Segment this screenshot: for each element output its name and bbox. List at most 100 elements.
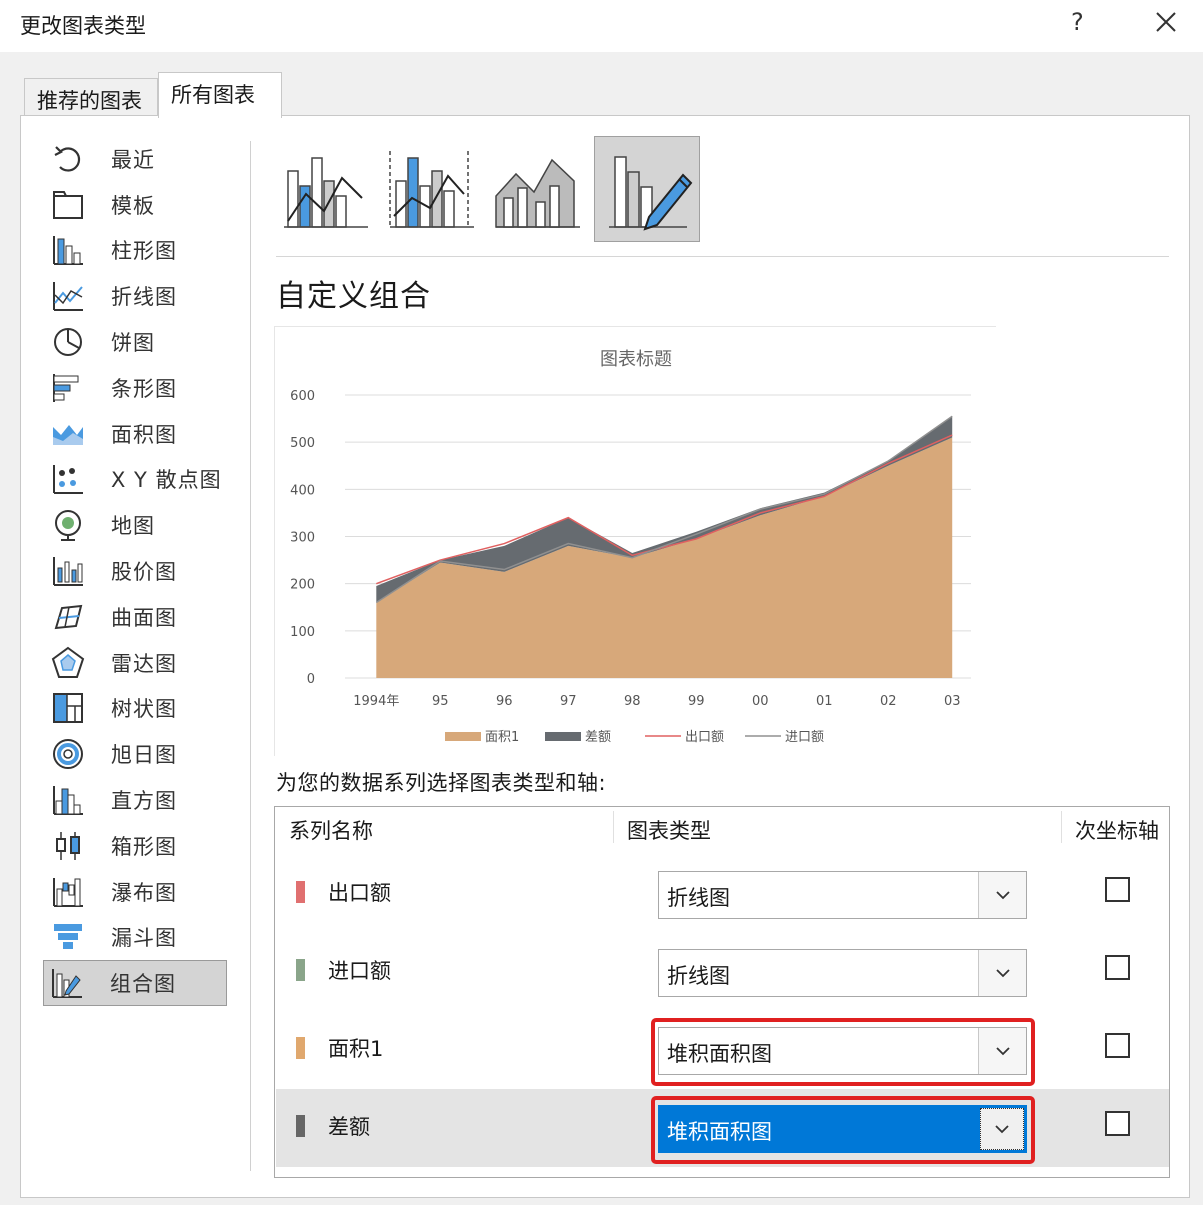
nav-item-waterfall-chart[interactable]: 瀑布图 [45, 869, 235, 915]
stock-chart-icon [51, 554, 85, 588]
nav-item-scatter-chart[interactable]: X Y 散点图 [45, 457, 235, 503]
y-tick-label: 500 [290, 436, 315, 451]
nav-item-sunburst-chart[interactable]: 旭日图 [45, 731, 235, 777]
pie-chart-icon [51, 325, 85, 359]
nav-item-label: 漏斗图 [111, 926, 177, 951]
nav-item-column-chart[interactable]: 柱形图 [45, 228, 235, 274]
x-tick-label: 03 [944, 694, 961, 709]
waterfall-chart-icon [51, 875, 85, 909]
subtype-column-line-secondary[interactable] [382, 136, 488, 242]
chart-type-value: 折线图 [667, 964, 730, 988]
surface-chart-icon [51, 600, 85, 634]
series-name: 面积1 [328, 1037, 384, 1061]
nav-item-combo-chart[interactable]: 组合图 [43, 960, 227, 1007]
column-chart-icon [51, 233, 85, 267]
secondary-axis-checkbox[interactable] [1105, 1111, 1130, 1136]
series-row[interactable]: 差额 堆积面积图 [276, 1089, 1169, 1167]
header-chart-type: 图表类型 [627, 819, 711, 843]
help-button[interactable]: ? [1071, 8, 1084, 36]
tab-label: 推荐的图表 [37, 89, 142, 113]
nav-item-bar-chart[interactable]: 条形图 [45, 365, 235, 411]
x-tick-label: 98 [624, 694, 641, 709]
subtype-stacked-area-column[interactable] [488, 136, 594, 242]
secondary-axis-checkbox[interactable] [1105, 877, 1130, 902]
nav-item-label: 最近 [111, 147, 155, 172]
highlight-box [651, 1096, 1035, 1164]
grid-header: 系列名称 图表类型 次坐标轴 [275, 807, 1169, 849]
nav-item-stock-chart[interactable]: 股价图 [45, 548, 235, 594]
nav-item-label: 直方图 [111, 789, 177, 814]
title-bar: 更改图表类型 ? [0, 0, 1203, 52]
nav-item-histogram-chart[interactable]: 直方图 [45, 777, 235, 823]
y-tick-label: 100 [290, 625, 315, 640]
x-tick-label: 00 [752, 694, 769, 709]
series-row[interactable]: 面积1 堆积面积图 [276, 1011, 1169, 1089]
close-icon[interactable] [1152, 8, 1180, 36]
section-title: 自定义组合 [276, 279, 431, 314]
y-tick-label: 400 [290, 483, 315, 498]
nav-item-label: 瀑布图 [111, 880, 177, 905]
chevron-down-icon[interactable] [978, 872, 1026, 918]
nav-item-label: 面积图 [111, 422, 177, 447]
tab-all-charts[interactable]: 所有图表 [158, 72, 282, 118]
divider [1061, 811, 1062, 843]
chart-title: 图表标题 [600, 349, 672, 370]
recent-icon [51, 142, 85, 176]
legend-swatch [445, 732, 481, 741]
secondary-axis-checkbox[interactable] [1105, 1033, 1130, 1058]
series-color-swatch [296, 881, 305, 903]
nav-item-label: 组合图 [110, 972, 176, 997]
nav-item-treemap-chart[interactable]: 树状图 [45, 686, 235, 732]
header-secondary-axis: 次坐标轴 [1075, 819, 1159, 843]
nav-item-recent[interactable]: 最近 [45, 136, 235, 182]
series-color-swatch [296, 1037, 305, 1059]
template-icon [51, 188, 85, 222]
nav-item-area-chart[interactable]: 面积图 [45, 411, 235, 457]
y-tick-label: 0 [307, 672, 315, 687]
x-tick-label: 95 [432, 694, 449, 709]
series-instruction: 为您的数据系列选择图表类型和轴: [276, 771, 607, 795]
series-row[interactable]: 进口额 折线图 [276, 933, 1169, 1011]
series-row[interactable]: 出口额 折线图 [276, 855, 1169, 933]
nav-item-label: 柱形图 [111, 239, 177, 264]
radar-chart-icon [51, 646, 85, 680]
series-name: 差额 [328, 1115, 370, 1139]
chart-preview: 图表标题 0 100 200 300 400 500 600 1994年 95 96 97 98 99 00… [274, 326, 996, 756]
divider [276, 256, 1169, 257]
nav-item-label: 曲面图 [111, 605, 177, 630]
nav-item-label: 条形图 [111, 376, 177, 401]
nav-item-label: 地图 [111, 514, 155, 539]
combo-chart-icon [50, 966, 84, 1000]
x-tick-label: 99 [688, 694, 705, 709]
nav-item-template[interactable]: 模板 [45, 182, 235, 228]
nav-item-funnel-chart[interactable]: 漏斗图 [45, 915, 235, 961]
tab-recommended[interactable]: 推荐的图表 [24, 78, 158, 118]
series-name: 进口额 [328, 959, 391, 983]
dialog-title: 更改图表类型 [20, 14, 146, 38]
subtype-custom-combination[interactable] [594, 136, 700, 242]
scatter-chart-icon [51, 462, 85, 496]
histogram-chart-icon [51, 783, 85, 817]
box-chart-icon [51, 829, 85, 863]
nav-item-pie-chart[interactable]: 饼图 [45, 319, 235, 365]
nav-item-label: 模板 [111, 193, 155, 218]
sunburst-chart-icon [51, 737, 85, 771]
legend-label: 进口额 [785, 730, 824, 745]
legend-swatch [545, 732, 581, 741]
secondary-axis-checkbox[interactable] [1105, 955, 1130, 980]
nav-item-map-chart[interactable]: 地图 [45, 502, 235, 548]
subtype-clustered-column-line[interactable] [276, 136, 382, 242]
divider [613, 811, 614, 843]
chart-type-dropdown[interactable]: 折线图 [658, 949, 1027, 997]
nav-item-line-chart[interactable]: 折线图 [45, 273, 235, 319]
nav-item-label: 饼图 [111, 331, 155, 356]
x-tick-label: 97 [560, 694, 577, 709]
highlight-box [651, 1018, 1035, 1086]
nav-item-surface-chart[interactable]: 曲面图 [45, 594, 235, 640]
chevron-down-icon[interactable] [978, 950, 1026, 996]
tab-label: 所有图表 [171, 83, 255, 107]
nav-item-radar-chart[interactable]: 雷达图 [45, 640, 235, 686]
chart-type-dropdown[interactable]: 折线图 [658, 871, 1027, 919]
chart-svg: 图表标题01002003004005006001994年 95 96 97 98 99 00… [290, 349, 971, 745]
nav-item-box-chart[interactable]: 箱形图 [45, 823, 235, 869]
